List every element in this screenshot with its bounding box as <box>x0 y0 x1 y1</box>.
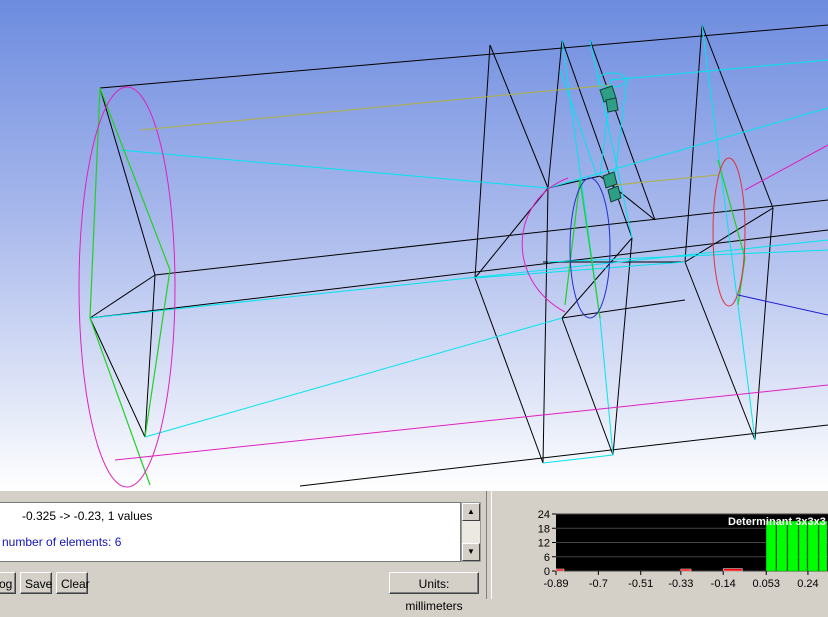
scroll-down-icon[interactable]: ▼ <box>462 543 480 561</box>
histogram-bar <box>776 520 788 572</box>
3d-viewport[interactable] <box>0 0 828 490</box>
save-button[interactable]: Save <box>20 572 52 594</box>
log-scrollbar[interactable]: ▲ ▼ <box>461 502 481 562</box>
wireframe-olive-edge-2 <box>614 174 719 186</box>
log-button[interactable]: og <box>0 572 16 594</box>
log-output[interactable]: -0.325 -> -0.23, 1 values number of elem… <box>0 502 461 562</box>
histogram-y-label: 12 <box>538 538 550 550</box>
histogram-y-label: 6 <box>544 552 550 564</box>
wireframe-green-edges <box>89 87 746 486</box>
histogram-x-label: 0.053 <box>752 578 780 590</box>
wireframe-olive-edge <box>139 84 611 131</box>
wireframe-magenta-curves <box>78 86 828 488</box>
quality-histogram[interactable]: 24 18 12 6 0 Determinant 3x3x3 -0.89 -0.7 -0.5… <box>500 491 828 599</box>
histogram-title: Determinant 3x3x3 <box>728 516 826 528</box>
histogram-x-label: -0.33 <box>668 578 693 590</box>
units-button[interactable]: Units: millimeters <box>389 572 479 613</box>
wireframe-blue-edge <box>737 294 828 316</box>
histogram-bar <box>680 568 692 572</box>
wireframe-cyan-edges <box>89 24 828 464</box>
histogram-y-label: 0 <box>544 566 550 578</box>
histogram-x-label: 0.24 <box>797 578 818 590</box>
histogram-bar <box>722 568 743 572</box>
histogram-x-label: -0.89 <box>543 578 568 590</box>
histogram-bar <box>765 520 776 572</box>
mesh-wireframe <box>78 24 828 488</box>
log-range-line: -0.325 -> -0.23, 1 values <box>22 509 153 523</box>
histogram-bar <box>555 568 565 572</box>
histogram-x-label: -0.14 <box>711 578 736 590</box>
histogram-y-label: 24 <box>538 509 550 521</box>
histogram-y-label: 18 <box>538 523 550 535</box>
histogram-bar <box>787 520 799 572</box>
histogram-bar <box>807 520 819 572</box>
histogram-bar <box>818 520 828 572</box>
log-element-count: number of elements: 6 <box>2 535 122 549</box>
histogram-x-label: -0.7 <box>589 578 608 590</box>
panel-divider <box>486 491 492 599</box>
scroll-up-icon[interactable]: ▲ <box>462 503 480 521</box>
clear-button[interactable]: Clear <box>56 572 90 594</box>
bottom-panel: -0.325 -> -0.23, 1 values number of elem… <box>0 490 828 613</box>
wireframe-black-edges <box>89 24 828 487</box>
histogram-x-label: -0.51 <box>628 578 653 590</box>
histogram-svg: 24 18 12 6 0 Determinant 3x3x3 -0.89 -0.7 -0.5… <box>538 509 828 590</box>
histogram-bar <box>798 520 808 572</box>
